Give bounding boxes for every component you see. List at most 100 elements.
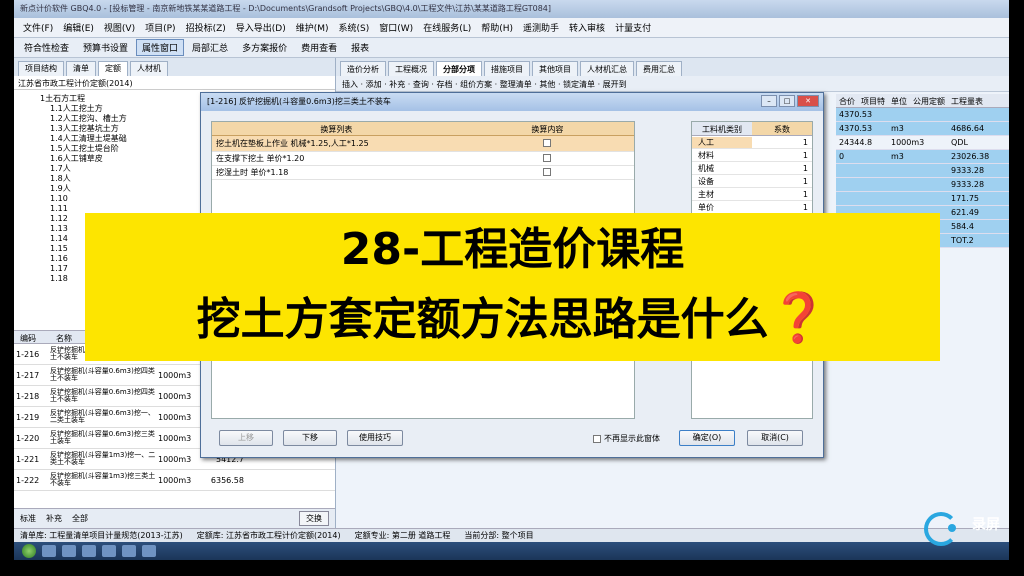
category-name: 主材 bbox=[698, 189, 714, 199]
toolbar-button[interactable]: 预算书设置 bbox=[77, 39, 134, 56]
right-tab[interactable]: 工程概况 bbox=[388, 61, 434, 76]
taskbar-app-icon[interactable] bbox=[62, 545, 76, 557]
tips-button[interactable]: 使用技巧 bbox=[347, 430, 403, 446]
coefficient-row[interactable]: 设备 1 bbox=[692, 175, 812, 188]
move-down-button[interactable]: 下移 bbox=[283, 430, 337, 446]
menu-item[interactable]: 项目(P) bbox=[140, 21, 180, 34]
cancel-button[interactable]: 取消(C) bbox=[747, 430, 803, 446]
coefficient-value[interactable]: 1 bbox=[752, 164, 812, 173]
grid-row[interactable]: 4370.53 m3 4686.64 bbox=[836, 122, 1009, 136]
bill-grid-header: 合价 项目特 单位 公用定额 工程量表 bbox=[836, 94, 1009, 108]
coefficient-row[interactable]: 机械 1 bbox=[692, 162, 812, 175]
toolbar-button[interactable]: 多方案报价 bbox=[236, 39, 293, 56]
menu-item[interactable]: 帮助(H) bbox=[476, 21, 518, 34]
toolbar-button[interactable]: 属性窗口 bbox=[136, 39, 185, 56]
move-up-button[interactable]: 上移 bbox=[219, 430, 273, 446]
grid-cell: 621.49 bbox=[951, 208, 979, 217]
menu-item[interactable]: 招投标(Z) bbox=[181, 21, 231, 34]
taskbar-app-icon[interactable] bbox=[142, 545, 156, 557]
grid-cell: 1000m3 bbox=[891, 138, 925, 147]
coefficient-value[interactable]: 1 bbox=[752, 177, 812, 186]
menu-item[interactable]: 系统(S) bbox=[334, 21, 375, 34]
right-tab[interactable]: 其他项目 bbox=[532, 61, 578, 76]
grid-cell: m3 bbox=[891, 124, 904, 133]
coefficient-table-header: 工料机类别 系数 bbox=[692, 122, 812, 136]
grid-column-header: 项目特 bbox=[861, 97, 885, 106]
close-icon[interactable]: ✕ bbox=[797, 95, 819, 107]
grid-row[interactable]: 24344.8 1000m3 QDL bbox=[836, 136, 1009, 150]
toolbar-button[interactable]: 费用查看 bbox=[295, 39, 343, 56]
toolbar-button[interactable]: 符合性检查 bbox=[18, 39, 75, 56]
coefficient-row[interactable]: 材料 1 bbox=[692, 149, 812, 162]
menu-item[interactable]: 维护(M) bbox=[291, 21, 334, 34]
menu-item[interactable]: 计量支付 bbox=[610, 21, 656, 34]
taskbar-app-icon[interactable] bbox=[42, 545, 56, 557]
grid-row[interactable]: 9333.28 bbox=[836, 178, 1009, 192]
left-tab[interactable]: 定额 bbox=[98, 61, 128, 76]
menu-item[interactable]: 导入导出(D) bbox=[231, 21, 291, 34]
filter-supplement-radio[interactable]: 补充 bbox=[46, 513, 62, 524]
left-tab[interactable]: 清单 bbox=[66, 61, 96, 76]
menu-item[interactable]: 窗口(W) bbox=[374, 21, 418, 34]
category-name: 单价 bbox=[698, 202, 714, 212]
conversion-row[interactable]: 挖土机在垫板上作业 机械*1.25,人工*1.25 bbox=[212, 136, 634, 152]
coefficient-value[interactable]: 1 bbox=[752, 190, 812, 199]
conversion-row[interactable]: 在支撑下挖土 单价*1.20 bbox=[212, 152, 634, 166]
start-button[interactable] bbox=[22, 544, 36, 558]
grid-cell: TOT.2 bbox=[951, 236, 974, 245]
conversion-row[interactable]: 挖湿土时 单价*1.18 bbox=[212, 166, 634, 180]
grid-row[interactable]: 0 m3 23026.38 bbox=[836, 150, 1009, 164]
checkbox-box[interactable] bbox=[593, 434, 601, 443]
taskbar-app-icon[interactable] bbox=[102, 545, 116, 557]
filter-all-radio[interactable]: 全部 bbox=[72, 513, 88, 524]
filter-bar: 标准 补充 全部 交换 bbox=[14, 508, 335, 528]
quota-code: 1-219 bbox=[16, 412, 40, 422]
right-tab[interactable]: 措施项目 bbox=[484, 61, 530, 76]
grid-row[interactable]: 9333.28 bbox=[836, 164, 1009, 178]
grid-cell: 584.4 bbox=[951, 222, 974, 231]
quota-row[interactable]: 1-222 反铲挖掘机(斗容量1m3)挖三类土不装车 1000m3 6356.58 bbox=[14, 470, 335, 491]
menu-item[interactable]: 在线服务(L) bbox=[418, 21, 476, 34]
menu-item[interactable]: 遥测助手 bbox=[518, 21, 564, 34]
maximize-icon[interactable]: □ bbox=[779, 95, 795, 107]
right-tab[interactable]: 费用汇总 bbox=[636, 61, 682, 76]
coefficient-row[interactable]: 人工 1 bbox=[692, 136, 812, 149]
category-name: 人工 bbox=[692, 136, 753, 148]
menu-item[interactable]: 转入审核 bbox=[564, 21, 610, 34]
swap-button[interactable]: 交换 bbox=[299, 511, 329, 526]
right-tab[interactable]: 造价分析 bbox=[340, 61, 386, 76]
coefficient-row[interactable]: 主材 1 bbox=[692, 188, 812, 201]
menu-item[interactable]: 文件(F) bbox=[18, 21, 58, 34]
toolbar-button[interactable]: 局部汇总 bbox=[186, 39, 234, 56]
status-item: 当前分部: 整个项目 bbox=[464, 531, 534, 540]
menu-item[interactable]: 视图(V) bbox=[99, 21, 140, 34]
left-tab[interactable]: 项目结构 bbox=[18, 61, 64, 76]
conversion-checkbox[interactable] bbox=[543, 153, 552, 162]
toolbar-button[interactable]: 报表 bbox=[345, 39, 375, 56]
coefficient-value[interactable]: 1 bbox=[752, 151, 812, 160]
quota-unit: 1000m3 bbox=[158, 391, 192, 401]
taskbar-app-icon[interactable] bbox=[122, 545, 136, 557]
filter-standard-radio[interactable]: 标准 bbox=[20, 513, 36, 524]
left-tab[interactable]: 人材机 bbox=[130, 61, 168, 76]
dialog-title-text: [1-216] 反铲挖掘机(斗容量0.6m3)挖三类土不装车 bbox=[207, 97, 391, 106]
no-show-checkbox[interactable]: 不再显示此窗体 bbox=[593, 433, 660, 444]
grid-row[interactable]: 4370.53 bbox=[836, 108, 1009, 122]
taskbar-app-icon[interactable] bbox=[82, 545, 96, 557]
minimize-icon[interactable]: – bbox=[761, 95, 777, 107]
conversion-list-header: 换算列表 bbox=[320, 125, 353, 134]
conversion-checkbox[interactable] bbox=[543, 138, 552, 147]
grid-cell: 23026.38 bbox=[951, 152, 990, 161]
question-mark-icon: ❓ bbox=[768, 290, 829, 346]
menu-item[interactable]: 编辑(E) bbox=[58, 21, 99, 34]
ok-button[interactable]: 确定(O) bbox=[679, 430, 735, 446]
coefficient-value[interactable]: 1 bbox=[752, 203, 812, 212]
recorder-logo-dot bbox=[948, 524, 956, 532]
coefficient-value[interactable]: 1 bbox=[752, 138, 812, 147]
right-tab[interactable]: 分部分项 bbox=[436, 61, 482, 76]
conversion-checkbox[interactable] bbox=[543, 167, 552, 176]
right-tabs: 造价分析 工程概况 分部分项 措施项目 其他项目 人材机汇总 费用汇总 bbox=[336, 58, 1009, 76]
right-tab[interactable]: 人材机汇总 bbox=[580, 61, 634, 76]
watermark-text: 录屏 bbox=[972, 517, 1000, 533]
grid-row[interactable]: 171.75 bbox=[836, 192, 1009, 206]
